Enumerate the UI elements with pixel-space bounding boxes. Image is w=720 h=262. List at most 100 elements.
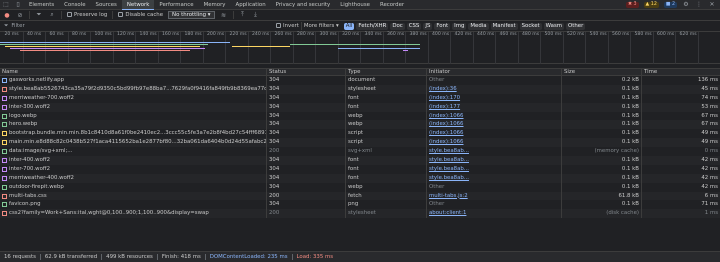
table-row[interactable]: inter-400.woff2 304 font style.bea8ab... 0.1…	[0, 156, 720, 165]
initiator-link[interactable]: (index):1066	[429, 121, 464, 127]
tab-sources[interactable]: Sources	[91, 0, 122, 10]
table-row[interactable]: hero.webp 304 webp (index):1066 0.1 kB 67 ms	[0, 120, 720, 130]
clear-icon[interactable]: ⊘	[16, 11, 24, 19]
initiator-link[interactable]: (index):170	[429, 95, 460, 101]
column-header-initiator[interactable]: Initiator	[427, 69, 562, 75]
checkbox-box[interactable]	[67, 12, 72, 17]
type-filter-js[interactable]: JS	[423, 22, 433, 30]
initiator-link[interactable]: (index):1066	[429, 113, 464, 119]
info-count-badge[interactable]: ■ 2	[663, 1, 677, 8]
filter-funnel-icon[interactable]: ⏷	[35, 11, 43, 19]
initiator-cell[interactable]: about:client:1	[427, 209, 562, 219]
filter-input[interactable]: ⏷ Filter	[4, 22, 274, 30]
request-name-cell[interactable]: favicon.png	[0, 200, 267, 210]
type-filter-wasm[interactable]: Wasm	[543, 22, 565, 30]
type-filter-socket[interactable]: Socket	[519, 22, 542, 30]
tab-network[interactable]: Network	[121, 0, 155, 10]
invert-checkbox[interactable]: Invert	[276, 23, 299, 29]
table-row[interactable]: data:image/svg+xml;... 200 svg+xml style.be…	[0, 147, 720, 157]
initiator-cell[interactable]: style.bea8ab...	[427, 156, 562, 165]
request-name-cell[interactable]: merriweather-400.woff2	[0, 173, 267, 183]
table-row[interactable]: inter-300.woff2 304 font (index):177 0.1 kB 5…	[0, 102, 720, 112]
request-name-cell[interactable]: data:image/svg+xml;...	[0, 147, 267, 157]
request-name-cell[interactable]: main.min.e8d88c82c0438b527f1aca4115652ba…	[0, 138, 267, 148]
tab-console[interactable]: Console	[59, 0, 90, 10]
wifi-icon[interactable]: ≋	[220, 11, 228, 19]
initiator-cell[interactable]: (index):1066	[427, 120, 562, 130]
request-name-cell[interactable]: multi-tabs.css	[0, 191, 267, 201]
type-filter-font[interactable]: Font	[434, 22, 451, 30]
request-name-cell[interactable]: bootstrap.bundle.min.min.8b1c8410d8a61f0…	[0, 129, 267, 139]
initiator-cell[interactable]: style.bea8ab...	[427, 173, 562, 183]
table-row[interactable]: main.min.e8d88c82c0438b527f1aca4115652ba…	[0, 138, 720, 148]
type-filter-all[interactable]: All	[343, 22, 355, 30]
initiator-link[interactable]: about:client:1	[429, 210, 466, 216]
error-count-badge[interactable]: ✖ 3	[625, 1, 639, 8]
table-row[interactable]: merriweather-700.woff2 304 font (index):170…	[0, 93, 720, 103]
table-row[interactable]: multi-tabs.css 200 fetch multi-tabs.js:2 61.…	[0, 191, 720, 201]
type-filter-media[interactable]: Media	[468, 22, 489, 30]
record-icon[interactable]: ●	[3, 11, 11, 19]
close-devtools-icon[interactable]: ✕	[708, 1, 716, 9]
request-name-cell[interactable]: inter-700.woff2	[0, 164, 267, 174]
initiator-link[interactable]: style.bea8ab...	[429, 166, 469, 172]
column-header-size[interactable]: Size	[562, 69, 642, 75]
column-header-status[interactable]: Status	[267, 69, 346, 75]
more-filters-dropdown[interactable]: More filters ▾	[304, 23, 339, 29]
tab-application[interactable]: Application	[231, 0, 271, 10]
column-header-name[interactable]: Name	[0, 69, 267, 75]
initiator-cell[interactable]: (index):1066	[427, 111, 562, 121]
type-filter-css[interactable]: CSS	[406, 22, 422, 30]
initiator-cell[interactable]: style.bea8ab...	[427, 147, 562, 157]
initiator-link[interactable]: style.bea8ab...	[429, 175, 469, 181]
initiator-cell[interactable]: (index):36	[427, 84, 562, 94]
table-row[interactable]: css2?family=Work+Sans:ital,wght@0,100..9…	[0, 209, 720, 219]
initiator-cell[interactable]: style.bea8ab...	[427, 164, 562, 174]
initiator-cell[interactable]: (index):1066	[427, 129, 562, 139]
more-options-icon[interactable]: ⋮	[695, 1, 703, 9]
table-row[interactable]: bootstrap.bundle.min.min.8b1c8410d8a61f0…	[0, 129, 720, 139]
initiator-cell[interactable]: (index):177	[427, 102, 562, 112]
initiator-link[interactable]: (index):177	[429, 104, 460, 110]
disable-cache-checkbox[interactable]: Disable cache	[118, 12, 163, 18]
table-row[interactable]: logo.webp 304 webp (index):1066 0.1 kB 67 ms	[0, 111, 720, 121]
initiator-link[interactable]: style.bea8ab...	[429, 148, 469, 154]
request-name-cell[interactable]: css2?family=Work+Sans:ital,wght@0,100..9…	[0, 209, 267, 219]
initiator-link[interactable]: multi-tabs.js:2	[429, 193, 468, 199]
request-name-cell[interactable]: logo.webp	[0, 111, 267, 121]
search-icon[interactable]: ⌕	[48, 11, 56, 19]
device-toolbar-icon[interactable]: ▯	[12, 0, 24, 10]
request-name-cell[interactable]: inter-400.woff2	[0, 156, 267, 165]
type-filter-fetch-xhr[interactable]: Fetch/XHR	[356, 22, 389, 30]
request-name-cell[interactable]: style.bea8ab5526743ca35a79f2d9350c5bd99f…	[0, 84, 267, 94]
type-filter-manifest[interactable]: Manifest	[490, 22, 518, 30]
column-header-type[interactable]: Type	[346, 69, 427, 75]
inspect-element-icon[interactable]: ⬚	[0, 0, 12, 10]
initiator-cell[interactable]: (index):1066	[427, 138, 562, 148]
initiator-cell[interactable]: (index):170	[427, 93, 562, 103]
request-name-cell[interactable]: hero.webp	[0, 120, 267, 130]
table-row[interactable]: inter-700.woff2 304 font style.bea8ab... 0.1…	[0, 164, 720, 174]
column-header-time[interactable]: Time	[642, 69, 720, 75]
type-filter-other[interactable]: Other	[566, 22, 586, 30]
request-name-cell[interactable]: gasworks.netlify.app	[0, 76, 267, 85]
tab-performance[interactable]: Performance	[154, 0, 198, 10]
initiator-link[interactable]: style.bea8ab...	[429, 157, 469, 163]
request-name-cell[interactable]: outdoor-firepit.webp	[0, 182, 267, 192]
warning-count-badge[interactable]: ▲ 12	[643, 1, 659, 8]
table-row[interactable]: gasworks.netlify.app 304 document Other 0.2 …	[0, 76, 720, 85]
tab-memory[interactable]: Memory	[199, 0, 231, 10]
preserve-log-checkbox[interactable]: Preserve log	[67, 12, 107, 18]
settings-gear-icon[interactable]: ⚙	[682, 1, 690, 9]
request-name-cell[interactable]: merriweather-700.woff2	[0, 93, 267, 103]
table-row[interactable]: style.bea8ab5526743ca35a79f2d9350c5bd99f…	[0, 84, 720, 94]
tab-elements[interactable]: Elements	[24, 0, 59, 10]
table-row[interactable]: merriweather-400.woff2 304 font style.bea8a…	[0, 173, 720, 183]
table-row[interactable]: favicon.png 304 png Other 0.1 kB 71 ms	[0, 200, 720, 210]
type-filter-img[interactable]: Img	[452, 22, 467, 30]
type-filter-doc[interactable]: Doc	[390, 22, 405, 30]
tab-lighthouse[interactable]: Lighthouse	[335, 0, 375, 10]
initiator-cell[interactable]: multi-tabs.js:2	[427, 191, 562, 201]
tab-privacy-and-security[interactable]: Privacy and security	[271, 0, 336, 10]
throttling-select[interactable]: No throttling ▾	[168, 11, 215, 19]
